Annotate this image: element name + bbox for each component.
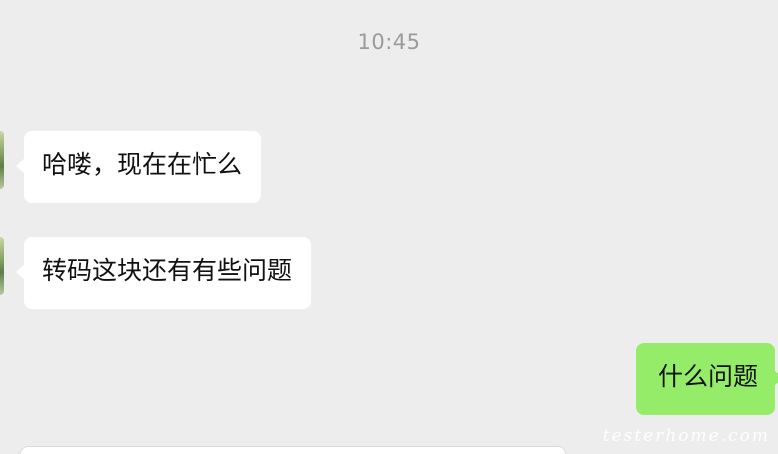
chat-window: 10:45 哈喽，现在在忙么 转码这块还有有些问题 什么问题 testerhom… xyxy=(0,0,778,454)
outgoing-message-bubble[interactable]: 什么问题 xyxy=(635,343,778,415)
message-text: 什么问题 xyxy=(657,362,758,391)
contact-avatar[interactable] xyxy=(0,131,4,189)
message-text: 转码这块还有有些问题 xyxy=(42,256,293,285)
incoming-message-bubble[interactable]: 转码这块还有有些问题 xyxy=(15,237,312,309)
contact-avatar[interactable] xyxy=(0,237,4,295)
message-timestamp: 10:45 xyxy=(357,30,421,54)
incoming-message-bubble[interactable]: 哈喽，现在在忙么 xyxy=(15,131,262,203)
next-message-card xyxy=(20,446,566,454)
message-text: 哈喽，现在在忙么 xyxy=(42,150,243,179)
site-watermark: testerhome.com xyxy=(602,426,770,446)
